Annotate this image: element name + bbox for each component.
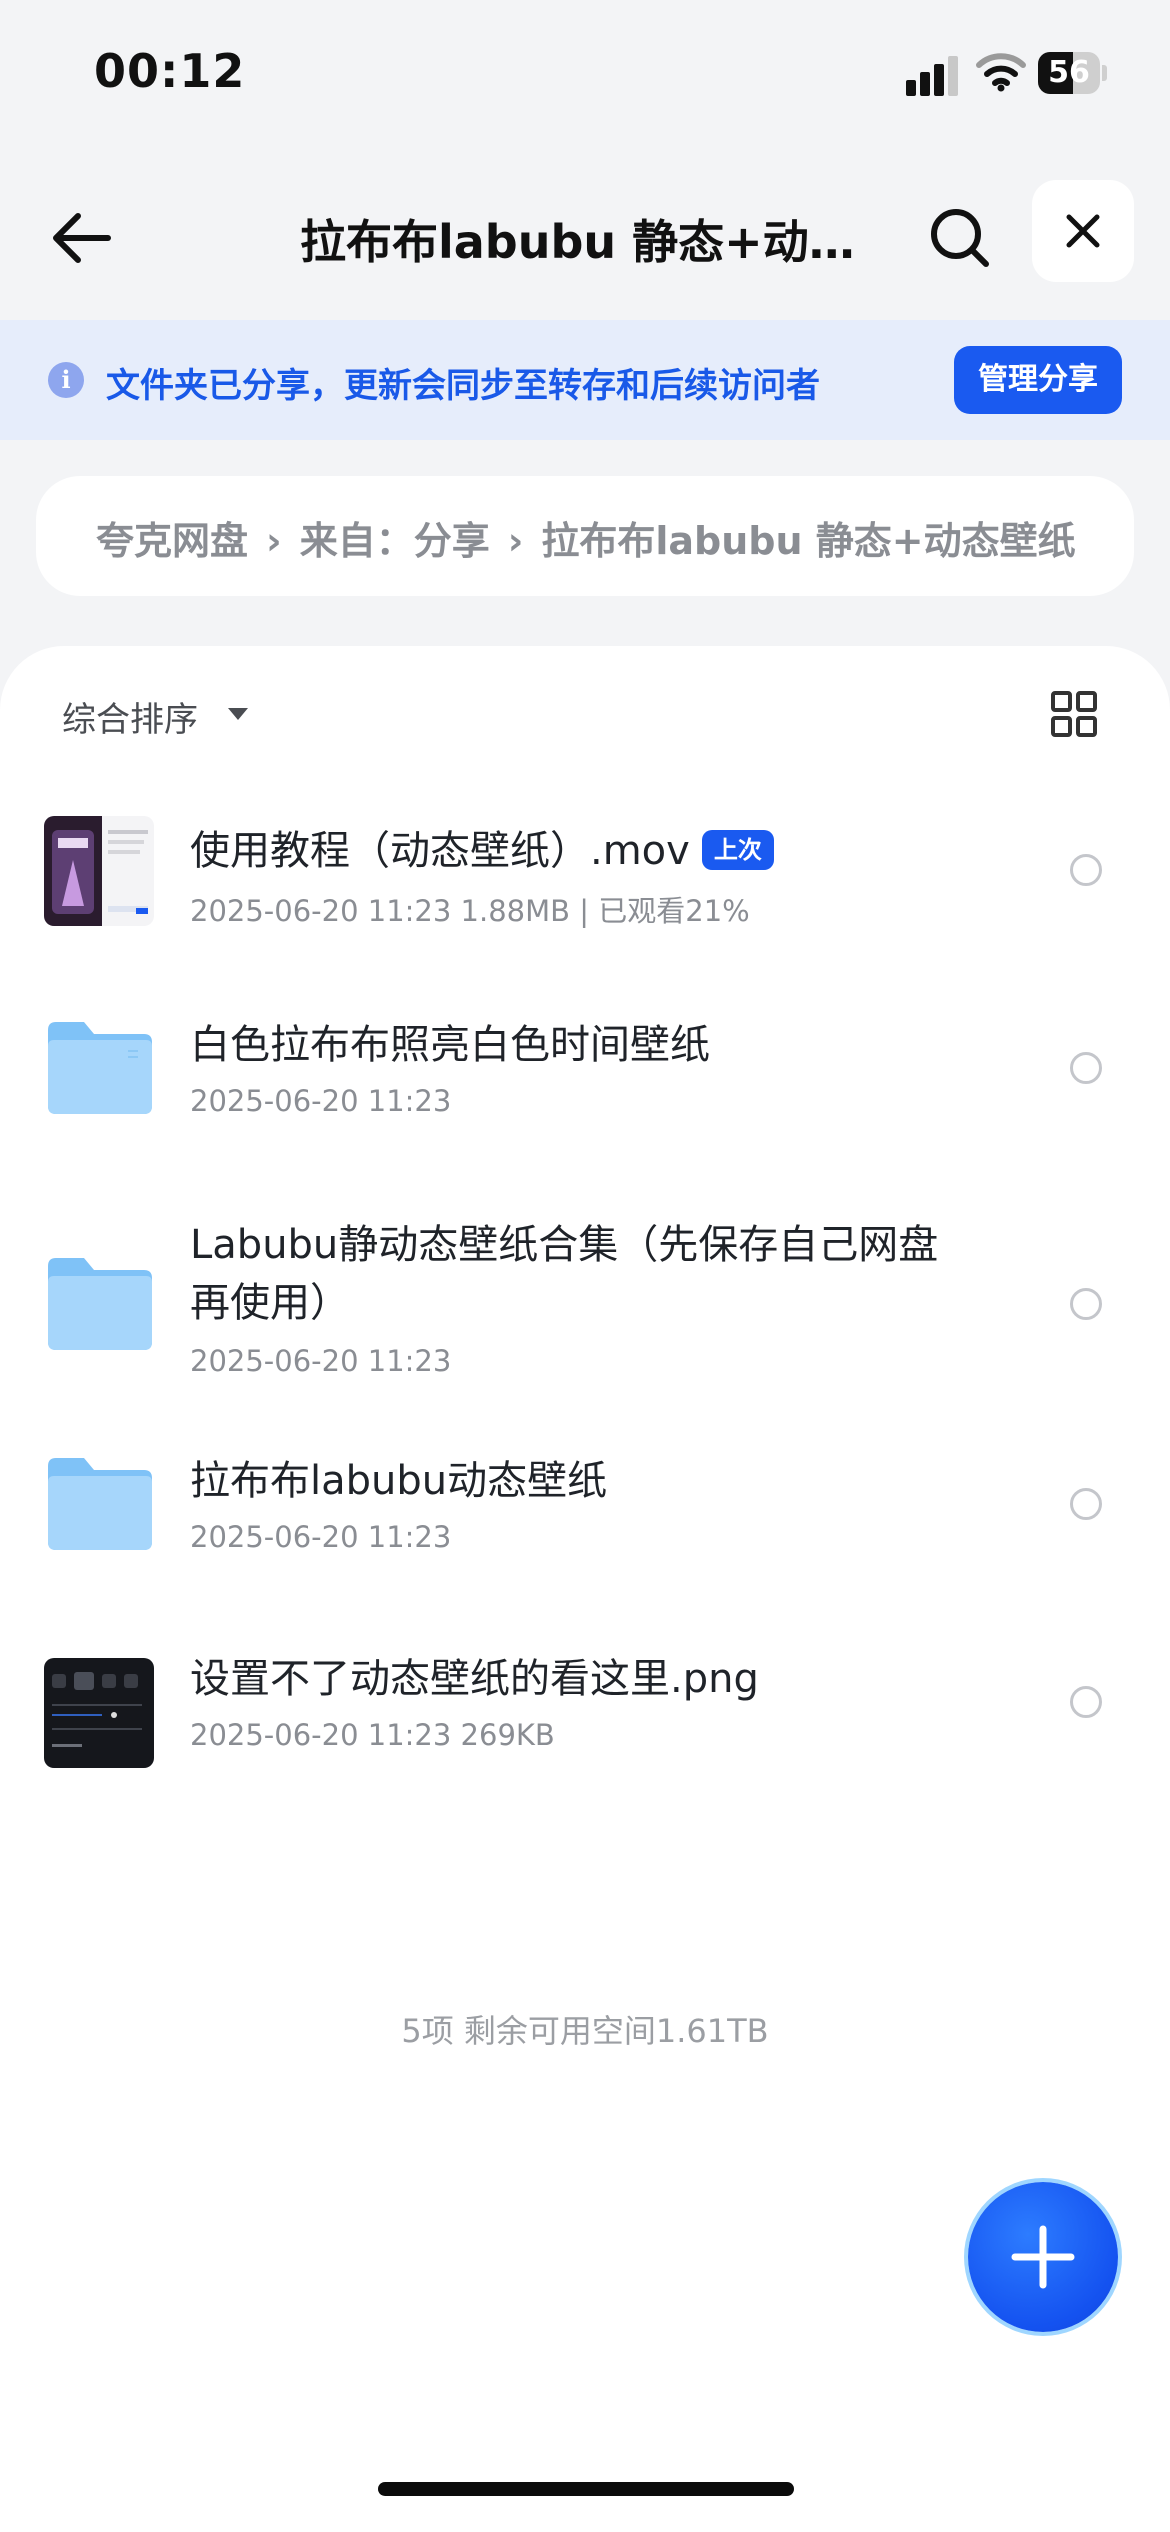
close-icon [1066, 214, 1100, 248]
select-radio[interactable] [1070, 854, 1102, 886]
folder-icon [48, 1258, 152, 1350]
chevron-right-icon: › [507, 519, 524, 563]
battery-indicator: 56 [1038, 52, 1108, 94]
select-radio[interactable] [1070, 1288, 1102, 1320]
file-meta: 2025-06-20 11:23 [190, 1344, 452, 1378]
plus-icon [1011, 2225, 1075, 2289]
back-button[interactable] [42, 198, 122, 278]
file-meta: 2025-06-20 11:23 1.88MB | 已观看21% [190, 894, 750, 928]
select-radio[interactable] [1070, 1686, 1102, 1718]
search-icon [931, 209, 989, 267]
select-radio[interactable] [1070, 1488, 1102, 1520]
folder-icon [48, 1022, 152, 1114]
info-icon: i [48, 362, 84, 398]
file-name: 拉布布labubu动态壁纸 [190, 1458, 608, 1504]
chevron-right-icon: › [266, 519, 282, 563]
caret-down-icon [228, 708, 248, 720]
file-name: 设置不了动态壁纸的看这里.png [190, 1656, 759, 1702]
breadcrumb-item-current: 拉布布labubu 静态+动态壁纸 [541, 519, 1076, 563]
share-notice-banner: i 文件夹已分享，更新会同步至转存和后续访问者 管理分享 [0, 320, 1170, 440]
storage-summary-text: 5项 剩余可用空间1.61TB [401, 2012, 769, 2050]
battery-percent: 56 [1048, 55, 1090, 90]
close-button[interactable] [1032, 180, 1134, 282]
list-item[interactable]: 拉布布labubu动态壁纸 2025-06-20 11:23 [0, 1452, 1170, 1612]
breadcrumb: 夸克网盘 › 来自：分享 › 拉布布labubu 静态+动态壁纸 [36, 476, 1134, 596]
list-item[interactable]: Labubu静动态壁纸合集（先保存自己网盘再使用） 2025-06-20 11:… [0, 1216, 1170, 1416]
file-meta: 2025-06-20 11:23 269KB [190, 1718, 555, 1752]
add-button[interactable] [968, 2182, 1118, 2332]
manage-share-button[interactable]: 管理分享 [954, 346, 1122, 414]
breadcrumb-item-root[interactable]: 夸克网盘 [96, 519, 248, 563]
home-indicator [378, 2482, 794, 2496]
last-viewed-badge: 上次 [701, 830, 774, 870]
wifi-icon [976, 53, 1026, 92]
folder-icon [48, 1458, 152, 1550]
status-time: 00:12 [94, 44, 246, 98]
sort-dropdown[interactable]: 综合排序 [62, 692, 198, 741]
image-thumbnail [44, 1658, 154, 1768]
file-name: Labubu静动态壁纸合集（先保存自己网盘再使用） [190, 1222, 939, 1326]
page-title: 拉布布labubu 静态+动态壁纸 [300, 215, 880, 269]
file-name: 使用教程（动态壁纸）.mov [190, 828, 690, 874]
list-item[interactable]: 设置不了动态壁纸的看这里.png 2025-06-20 11:23 269KB [0, 1650, 1170, 1810]
nav-bar: 拉布布labubu 静态+动态壁纸 [0, 150, 1170, 320]
search-button[interactable] [920, 198, 1000, 278]
file-name: 白色拉布布照亮白色时间壁纸 [190, 1022, 710, 1068]
arrow-left-icon [53, 213, 111, 263]
list-item[interactable]: 白色拉布布照亮白色时间壁纸 2025-06-20 11:23 [0, 1016, 1170, 1176]
list-item[interactable]: 使用教程（动态壁纸）.mov 上次 2025-06-20 11:23 1.88MB… [0, 816, 1170, 976]
grid-view-icon[interactable] [1050, 690, 1098, 738]
storage-summary: 5项 剩余可用空间1.61TB [0, 2006, 1170, 2052]
share-notice-text: 文件夹已分享，更新会同步至转存和后续访问者 [106, 366, 820, 406]
video-thumbnail [44, 816, 154, 926]
cellular-signal-icon [906, 56, 958, 96]
file-meta: 2025-06-20 11:23 [190, 1084, 452, 1118]
status-bar: 00:12 56 [0, 0, 1170, 150]
file-meta: 2025-06-20 11:23 [190, 1520, 452, 1554]
breadcrumb-item-shared[interactable]: 来自：分享 [300, 519, 490, 563]
select-radio[interactable] [1070, 1052, 1102, 1084]
